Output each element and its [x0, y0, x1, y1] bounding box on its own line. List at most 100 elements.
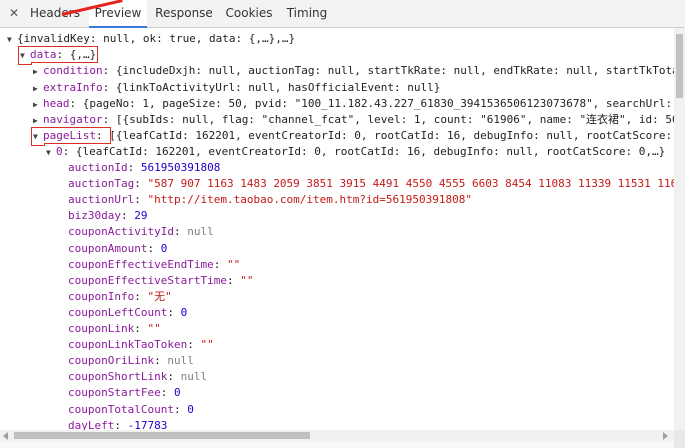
navigator-value: [{subIds: null, flag: "channel_fcat", le…: [115, 113, 674, 126]
field-separator: :: [134, 193, 148, 207]
field-row[interactable]: couponInfo: "无": [68, 290, 172, 304]
field-value: "": [240, 273, 254, 287]
tree-row-condition[interactable]: ▶ condition: {includeDxjh: null, auctionT…: [33, 64, 674, 78]
field-separator: :: [160, 386, 174, 400]
collapse-triangle-icon[interactable]: ▶: [33, 65, 43, 79]
field-separator: :: [114, 418, 128, 430]
vertical-scrollbar-thumb[interactable]: [676, 34, 683, 98]
field-key: couponLink: [68, 322, 135, 335]
field-row[interactable]: couponAmount: 0: [68, 242, 167, 256]
field-key: couponTotalCount: [68, 402, 174, 416]
field-key: couponAmount: [68, 241, 148, 255]
horizontal-scrollbar-thumb[interactable]: [14, 432, 310, 439]
field-separator: :: [167, 305, 181, 319]
field-key: couponActivityId: [68, 225, 174, 239]
collapse-triangle-icon[interactable]: ▶: [33, 114, 43, 128]
horizontal-scrollbar[interactable]: [0, 430, 674, 441]
tab-timing[interactable]: Timing: [283, 0, 331, 27]
data-preview: {,…}: [69, 48, 97, 61]
scroll-left-arrow-icon[interactable]: [3, 432, 8, 440]
navigator-key: navigator: [43, 113, 103, 126]
field-key: couponOriLink: [68, 354, 155, 368]
tab-bar: ✕ Headers Preview Response Cookies Timin…: [0, 0, 685, 28]
expand-triangle-icon[interactable]: ▼: [33, 130, 43, 144]
json-preview-tree: ▼ {invalidKey: null, ok: true, data: {,…}…: [0, 28, 674, 430]
pagelist-highlight-box: ▼ pageList:: [30, 127, 112, 144]
field-value: null: [167, 354, 194, 368]
field-row[interactable]: couponActivityId: null: [68, 225, 214, 239]
field-separator: :: [213, 257, 227, 271]
field-key: couponEffectiveStartTime: [68, 273, 227, 287]
expand-triangle-icon[interactable]: ▼: [20, 49, 30, 63]
tree-row-item-0[interactable]: ▼ 0: {leafCatId: 162201, eventCreatorId: …: [46, 145, 665, 159]
field-separator: :: [187, 338, 201, 352]
item-0-key: 0: [56, 145, 63, 158]
field-row[interactable]: couponLinkTaoToken: "": [68, 338, 214, 352]
field-value: 561950391808: [140, 161, 221, 174]
tree-root-row[interactable]: ▼ {invalidKey: null, ok: true, data: {,…}…: [7, 32, 295, 46]
root-summary: {invalidKey: null, ok: true, data: {,…},…: [17, 32, 296, 45]
field-value: 0: [187, 402, 194, 416]
tree-row-data[interactable]: ▼ data: {,…}: [17, 46, 99, 63]
field-key: auctionTag: [68, 177, 135, 191]
collapse-triangle-icon[interactable]: ▶: [33, 98, 43, 112]
field-value: 29: [134, 209, 148, 223]
field-row[interactable]: auctionId: 561950391808: [68, 161, 220, 175]
field-value: "": [200, 338, 214, 352]
field-separator: :: [226, 273, 241, 287]
expand-triangle-icon[interactable]: ▼: [46, 146, 56, 160]
tab-response[interactable]: Response: [153, 0, 215, 27]
expand-triangle-icon[interactable]: ▼: [7, 33, 17, 47]
field-separator: :: [167, 370, 181, 384]
field-key: couponLeftCount: [68, 305, 168, 319]
scroll-right-arrow-icon[interactable]: [663, 432, 668, 440]
field-separator: :: [173, 402, 188, 416]
tab-cookies[interactable]: Cookies: [222, 0, 276, 27]
condition-value: {includeDxjh: null, auctionTag: null, st…: [115, 64, 674, 77]
tree-row-pagelist[interactable]: ▼ pageList: [{leafCatId: 162201, eventCre…: [30, 127, 672, 144]
field-row[interactable]: biz30day: 29: [68, 209, 147, 223]
field-row[interactable]: couponOriLink: null: [68, 354, 194, 368]
field-row[interactable]: couponLeftCount: 0: [68, 306, 187, 320]
field-separator: :: [173, 225, 188, 239]
field-row[interactable]: auctionTag: "587 907 1163 1483 2059 3851…: [68, 177, 674, 191]
field-value: -17783: [127, 418, 168, 430]
field-separator: :: [120, 209, 135, 223]
field-value: "": [147, 322, 161, 335]
vertical-scrollbar[interactable]: [674, 28, 685, 430]
field-row[interactable]: couponLink: "": [68, 322, 161, 336]
tree-row-navigator[interactable]: ▶ navigator: [{subIds: null, flag: "chann…: [33, 113, 674, 127]
head-key: head: [43, 97, 70, 110]
tree-row-extrainfo[interactable]: ▶ extraInfo: {linkToActivityUrl: null, ha…: [33, 81, 440, 95]
extrainfo-value: {linkToActivityUrl: null, hasOfficialEve…: [115, 81, 441, 94]
field-row[interactable]: couponEffectiveEndTime: "": [68, 258, 240, 272]
field-key: couponShortLink: [68, 370, 168, 384]
field-value: 0: [160, 241, 168, 255]
field-value: "587 907 1163 1483 2059 3851 3915 4491 4…: [147, 177, 674, 191]
field-row[interactable]: auctionUrl: "http://item.taobao.com/item…: [68, 193, 472, 207]
field-row[interactable]: dayLeft: -17783: [68, 419, 167, 430]
field-separator: :: [127, 161, 141, 174]
field-row[interactable]: couponStartFee: 0: [68, 386, 181, 400]
close-icon[interactable]: ✕: [9, 6, 19, 20]
field-key: couponStartFee: [68, 386, 161, 400]
extrainfo-key: extraInfo: [43, 81, 103, 94]
head-value: {pageNo: 1, pageSize: 50, pvid: "100_11.…: [82, 97, 673, 110]
collapse-triangle-icon[interactable]: ▶: [33, 82, 43, 96]
field-separator: :: [154, 354, 168, 368]
condition-key: condition: [43, 64, 103, 77]
data-highlight-box: ▼ data: {,…}: [17, 46, 99, 63]
field-row[interactable]: couponEffectiveStartTime: "": [68, 274, 253, 288]
field-separator: :: [134, 322, 148, 335]
tree-row-head[interactable]: ▶ head: {pageNo: 1, pageSize: 50, pvid: "…: [33, 97, 672, 111]
field-row[interactable]: couponShortLink: null: [68, 370, 207, 384]
field-value: "http://item.taobao.com/item.htm?id=5619…: [147, 193, 472, 207]
tab-headers[interactable]: Headers: [27, 0, 83, 27]
field-key: couponLinkTaoToken: [68, 338, 188, 352]
field-value: 0: [180, 305, 188, 319]
field-key: auctionId: [68, 161, 128, 174]
field-separator: :: [147, 241, 161, 255]
field-key: couponInfo: [68, 289, 135, 303]
field-row[interactable]: couponTotalCount: 0: [68, 403, 194, 417]
field-key: auctionUrl: [68, 193, 135, 207]
